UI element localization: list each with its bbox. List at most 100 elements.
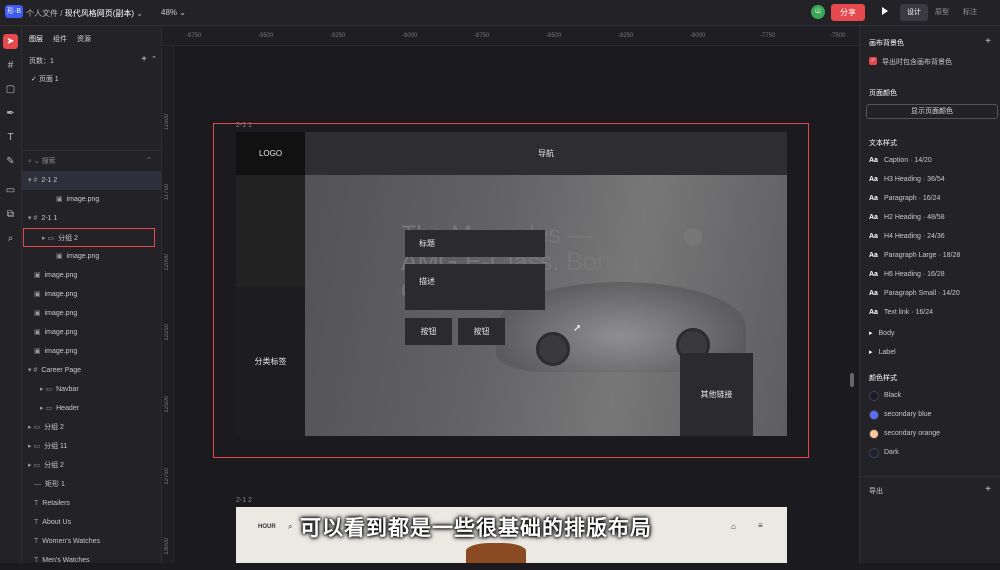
layer-row[interactable]: ▣ image.png xyxy=(22,266,161,285)
layer-row[interactable]: ▣ image.png xyxy=(22,190,161,209)
overlay-desc[interactable]: 描述 xyxy=(405,264,545,310)
app-logo[interactable]: 形·B xyxy=(5,5,23,18)
add-export-icon[interactable]: + xyxy=(985,484,991,495)
cursor-icon[interactable]: ➤ xyxy=(3,34,18,49)
tab-annotate[interactable]: 标注 xyxy=(956,4,984,21)
color-name[interactable]: secondary blue xyxy=(884,411,931,418)
text-style-item[interactable]: Aa Paragraph Small · 14/20 xyxy=(869,290,960,297)
rectangle-icon[interactable]: ▢ xyxy=(3,82,18,97)
text-style-item[interactable]: Aa Text link · 16/24 xyxy=(869,309,933,316)
layer-row[interactable]: T Retailers xyxy=(22,494,161,513)
tab-layers[interactable]: 图层 xyxy=(29,34,43,44)
text-style-item[interactable]: Aa Paragraph Large · 18/28 xyxy=(869,252,960,259)
export-bg-label: 导出时包含画布背景色 xyxy=(882,59,952,66)
text-icon[interactable]: T xyxy=(3,130,18,145)
export-bg-checkbox[interactable]: ✓ xyxy=(869,57,877,65)
overlay-other-links[interactable]: 其他链接 xyxy=(680,353,753,436)
crumb-root[interactable]: 个人文件 xyxy=(26,9,58,18)
frame-2-1-1[interactable]: The Mercedes — AMG E-Class. Born on the … xyxy=(236,132,787,436)
product-image xyxy=(466,543,526,563)
add-icon[interactable]: + xyxy=(985,36,991,47)
tab-components[interactable]: 组件 xyxy=(53,34,67,44)
text-style-item[interactable]: Aa H6 Heading · 16/28 xyxy=(869,271,945,278)
layer-row[interactable]: ▣ image.png xyxy=(22,285,161,304)
add-page-icon[interactable]: + xyxy=(141,54,147,65)
color-name[interactable]: Black xyxy=(884,392,901,399)
layer-row[interactable]: — 矩形 1 xyxy=(22,475,161,494)
text-style-label: H6 Heading · 16/28 xyxy=(883,271,945,278)
chevron-down-icon[interactable]: ⌄ xyxy=(136,9,143,18)
color-swatch[interactable] xyxy=(869,391,879,401)
layer-row[interactable]: ▣ image.png xyxy=(22,342,161,361)
layer-type-icon: ▣ xyxy=(34,291,41,298)
layer-label: 分组 2 xyxy=(44,424,64,431)
color-name[interactable]: Dark xyxy=(884,449,899,456)
collapse-all-icon[interactable]: ⌃ xyxy=(146,156,152,164)
tab-design[interactable]: 设计 xyxy=(900,4,928,21)
pen-icon[interactable]: ✒ xyxy=(3,106,18,121)
play-icon[interactable] xyxy=(882,7,888,15)
text-style-item[interactable]: Aa Caption · 14/20 xyxy=(869,157,932,164)
layer-type-icon: ▸ ▭ xyxy=(40,386,53,393)
layer-row[interactable]: ▾ #2-1 2 xyxy=(22,171,161,190)
color-swatch[interactable] xyxy=(869,429,879,439)
design-canvas[interactable]: -9750 -9500 -9250 -9000 -8750 -8500 -825… xyxy=(162,26,859,563)
group-body[interactable]: ▸ Body xyxy=(869,329,894,337)
text-style-item[interactable]: Aa H4 Heading · 24/36 xyxy=(869,233,945,240)
collapse-icon[interactable]: ⌃ xyxy=(151,55,157,63)
layer-row[interactable]: T Men's Watches xyxy=(22,551,161,570)
layer-label: image.png xyxy=(66,196,100,203)
layer-row[interactable]: ▸ ▭ Header xyxy=(22,399,161,418)
color-swatch[interactable] xyxy=(869,448,879,458)
layer-row[interactable]: T Women's Watches xyxy=(22,532,161,551)
layer-row[interactable]: ▸ ▭ 分组 11 xyxy=(22,437,161,456)
color-name[interactable]: secondary orange xyxy=(884,430,940,437)
layer-row[interactable]: ▸ ▭ 分组 2 xyxy=(22,456,161,475)
layer-row[interactable]: ▸ ▭ Navbar xyxy=(22,380,161,399)
show-page-color-button[interactable]: 显示页面颜色 xyxy=(866,104,998,119)
tab-prototype[interactable]: 原型 xyxy=(928,4,956,21)
frame-label[interactable]: 2-1 1 xyxy=(236,122,252,129)
tab-assets[interactable]: 资源 xyxy=(77,34,91,44)
overlay-button-1[interactable]: 按钮 xyxy=(405,318,452,345)
layer-row[interactable]: ▸ ▭ 分组 2 xyxy=(23,228,155,247)
avatar[interactable]: 山 xyxy=(811,5,825,19)
zoom-level[interactable]: 48% ⌄ xyxy=(161,8,186,17)
text-style-item[interactable]: Aa H3 Heading · 36/54 xyxy=(869,176,945,183)
layer-label: Career Page xyxy=(41,367,82,374)
crumb-file[interactable]: 现代风格网页(副本) xyxy=(65,9,134,18)
overlay-title[interactable]: 标题 xyxy=(405,230,545,257)
color-swatch[interactable] xyxy=(869,410,879,420)
layer-row[interactable]: ▣ image.png xyxy=(22,247,161,266)
plugin-icon[interactable]: ⧉ xyxy=(3,207,18,222)
text-style-icon: Aa xyxy=(869,271,878,278)
group-label-item[interactable]: ▸ Label xyxy=(869,348,896,356)
text-style-item[interactable]: Aa H2 Heading · 48/58 xyxy=(869,214,945,221)
layer-row[interactable]: T About Us xyxy=(22,513,161,532)
text-style-item[interactable]: Aa Paragraph · 16/24 xyxy=(869,195,940,202)
layer-row[interactable]: ▾ # Career Page xyxy=(22,361,161,380)
comment-icon[interactable]: ▭ xyxy=(3,183,18,198)
overlay-category[interactable]: 分类标签 xyxy=(236,287,305,436)
share-button[interactable]: 分享 xyxy=(831,4,865,21)
ruler-tick: 12500 xyxy=(164,396,170,413)
group-label: Label xyxy=(878,349,896,356)
text-style-icon: Aa xyxy=(869,214,878,221)
search-icon[interactable]: ⌕ xyxy=(3,231,18,246)
overlay-side-block[interactable] xyxy=(236,175,305,287)
canvas-scrollbar[interactable] xyxy=(850,373,854,387)
layer-row[interactable]: ▾ #2-1 1 xyxy=(22,209,161,228)
text-style-icon: Aa xyxy=(869,176,878,183)
search-input[interactable]: 搜索 xyxy=(42,158,56,165)
pencil-icon[interactable]: ✎ xyxy=(3,154,18,169)
overlay-nav[interactable]: 导航 xyxy=(305,132,787,175)
layer-row[interactable]: ▣ image.png xyxy=(22,304,161,323)
page-item[interactable]: ✓ 页面 1 xyxy=(31,74,59,84)
layer-search[interactable]: ⌕ ⌄ 搜索 xyxy=(28,156,56,166)
overlay-logo[interactable]: LOGO xyxy=(236,132,305,175)
layer-row[interactable]: ▸ ▭ 分组 2 xyxy=(22,418,161,437)
frame-icon[interactable]: # xyxy=(3,58,18,73)
frame-label[interactable]: 2-1 2 xyxy=(236,497,252,504)
overlay-button-2[interactable]: 按钮 xyxy=(458,318,505,345)
layer-row[interactable]: ▣ image.png xyxy=(22,323,161,342)
